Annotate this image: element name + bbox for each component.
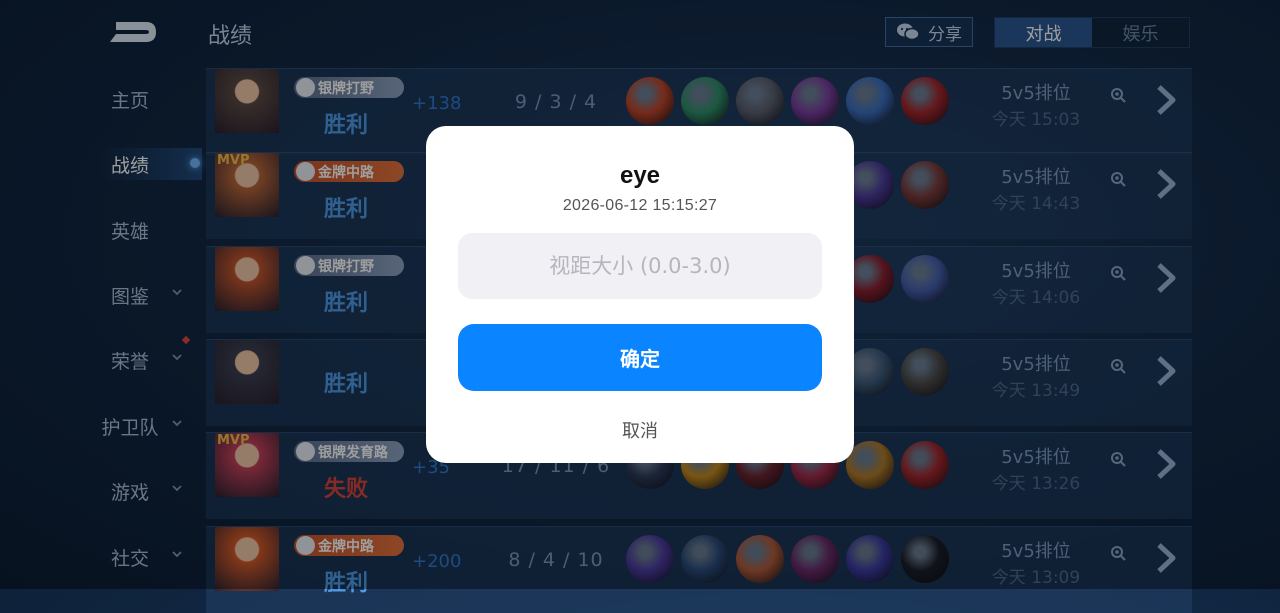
- dialog-timestamp: 2026-06-12 15:15:27: [562, 197, 718, 214]
- dialog-title: eye: [619, 162, 661, 189]
- confirm-button[interactable]: 确定: [458, 324, 822, 391]
- view-distance-input[interactable]: [458, 233, 822, 299]
- dialog: eye 2026-06-12 15:15:27 确定 取消: [426, 126, 854, 463]
- cancel-button[interactable]: 取消: [426, 417, 854, 443]
